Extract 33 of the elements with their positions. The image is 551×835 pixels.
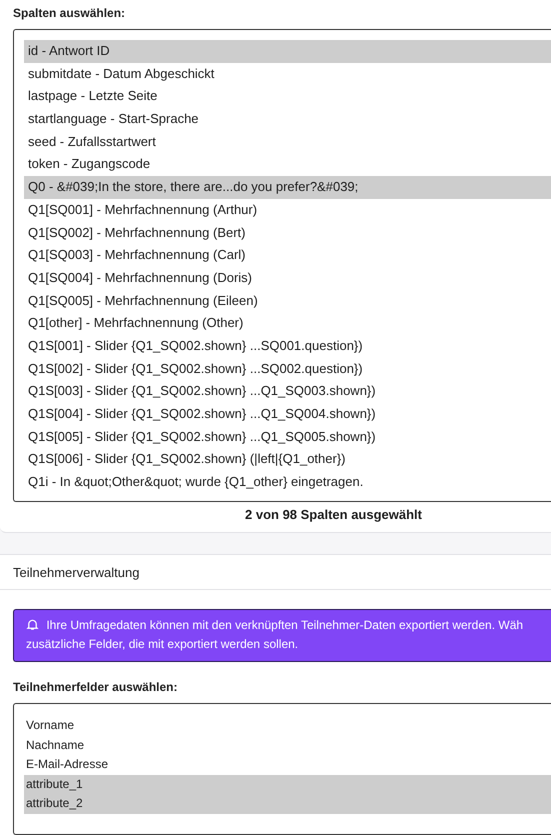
list-option[interactable]: Q1[SQ003] - Mehrfachnennung (Carl) [24, 244, 551, 267]
list-option[interactable]: Q1[other] - Mehrfachnennung (Other) [24, 312, 551, 335]
field-label: Teilnehmerfelder auswählen: [13, 679, 178, 694]
list-option[interactable]: Q0 - &#039;In the store, there are...do you prefer?&#039; [24, 176, 551, 199]
list-option[interactable]: Q1i - In &quot;Other&quot; wurde {Q1_other} eingetragen. [24, 471, 551, 494]
list-option[interactable]: Q1[SQ004] - Mehrfachnennung (Doris) [24, 266, 551, 290]
list-option[interactable]: Nachname [24, 736, 551, 755]
section-title: Teilnehmerverwaltung [0, 555, 551, 590]
list-option[interactable]: attribute_1 [24, 774, 551, 794]
list-option[interactable]: id - Antwort ID [24, 40, 551, 63]
list-option[interactable]: Q1[SQ002] - Mehrfachnennung (Bert) [24, 222, 551, 244]
list-option[interactable]: Q1[SQ001] - Mehrfachnennung (Arthur) [24, 198, 551, 222]
list-option[interactable]: Q1S[006] - Slider {Q1_SQ002.shown} (|left|{Q1_other}) [24, 448, 551, 472]
list-option[interactable]: submitdate - Datum Abgeschickt [24, 62, 551, 86]
list-option[interactable]: seed - Zufallsstartwert [24, 130, 551, 154]
alert-text: Ihre Umfragedaten können mit den verknüpften Teilnehmer-Daten exportiert werden. Wäh zusätzliche Felder, die mit exportiert werden sollen. [26, 617, 524, 653]
list-option[interactable]: Vorname [24, 716, 551, 736]
list-option[interactable]: startlanguage - Start-Sprache [24, 108, 551, 131]
selection-count: 2 von 98 Spalten ausgewählt [245, 507, 422, 522]
list-option[interactable]: attribute_2 [24, 794, 551, 814]
list-option[interactable]: Q1S[003] - Slider {Q1_SQ002.shown} ...Q1_SQ003.shown}) [24, 380, 551, 403]
list-option[interactable]: Q1S[002] - Slider {Q1_SQ002.shown} ...SQ002.question}) [24, 358, 551, 380]
list-option[interactable]: token - Zugangscode [24, 153, 551, 176]
field-label: Spalten auswählen: [13, 5, 126, 20]
list-option[interactable]: Q1S[005] - Slider {Q1_SQ002.shown} ...Q1_SQ005.shown}) [24, 426, 551, 448]
bell-icon [26, 618, 39, 631]
columns-listbox[interactable] [13, 29, 551, 502]
list-option[interactable]: Q1[SQ005] - Mehrfachnennung (Eileen) [24, 290, 551, 312]
participant-fields-listbox[interactable]: Vorname Nachname E-Mail-Adresse attribute_1 attribute_2 [13, 703, 551, 835]
list-option[interactable]: Q1S[001] - Slider {Q1_SQ002.shown} ...SQ001.question}) [24, 334, 551, 358]
list-option[interactable]: lastpage - Letzte Seite [24, 85, 551, 108]
list-option[interactable]: Q1S[004] - Slider {Q1_SQ002.shown} ...Q1_SQ004.shown}) [24, 403, 551, 426]
list-option[interactable]: E-Mail-Adresse [24, 755, 551, 774]
